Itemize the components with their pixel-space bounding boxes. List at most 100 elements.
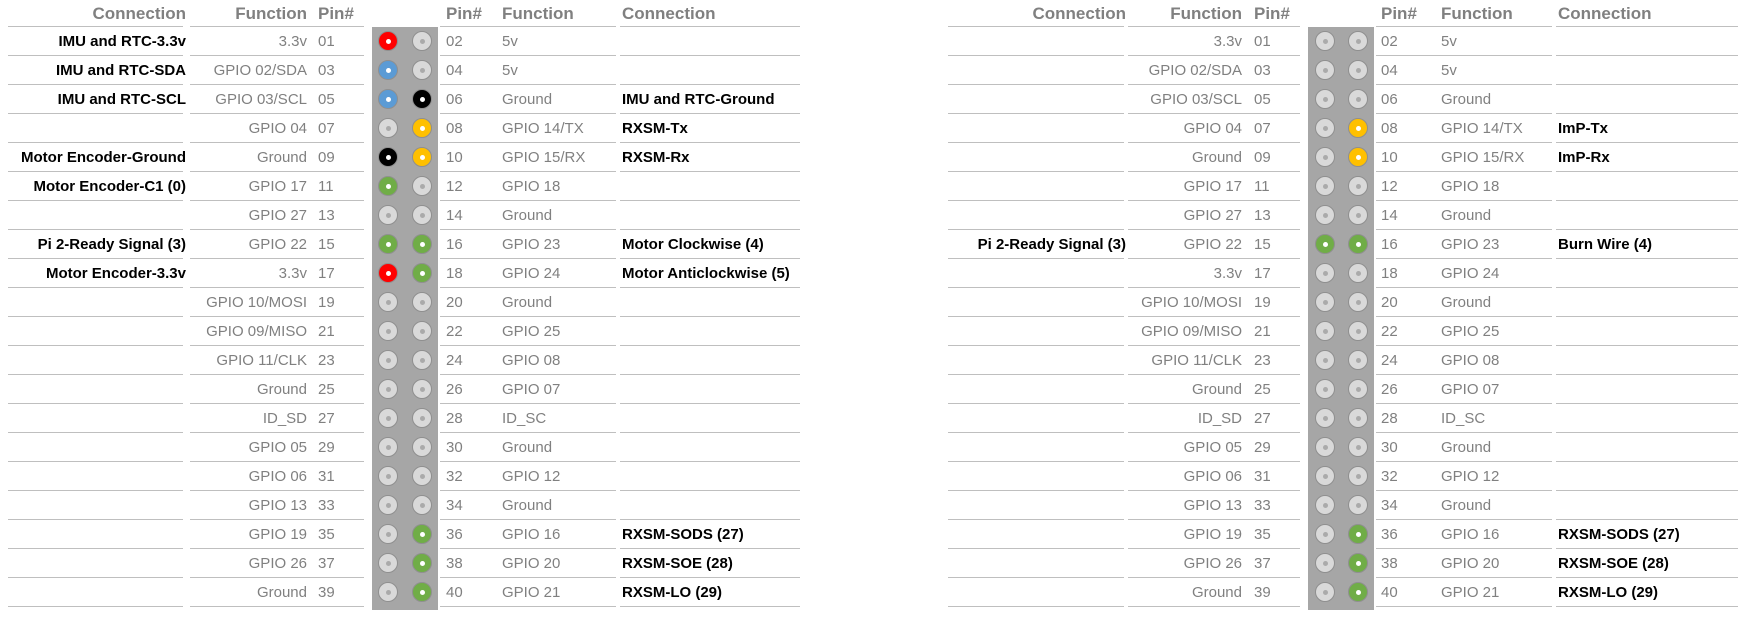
left-function-label: 3.3v <box>278 265 307 282</box>
right-function-label: GPIO 14/TX <box>1441 120 1523 137</box>
left-pin-dot <box>378 147 398 167</box>
right-pin-number: 14 <box>446 207 463 224</box>
right-pin-dot <box>412 553 432 573</box>
pin-center-dot <box>1323 126 1328 131</box>
pin-center-dot <box>386 358 391 363</box>
pin-center-dot <box>386 474 391 479</box>
left-pin-number: 33 <box>1254 497 1271 514</box>
right-function-label: GPIO 20 <box>502 555 561 572</box>
left-pin-number: 11 <box>1254 178 1270 195</box>
left-function-label: GPIO 27 <box>1183 207 1242 224</box>
right-function-label: ID_SC <box>502 410 547 427</box>
right-pin-number: 20 <box>1381 294 1398 311</box>
pin-center-dot <box>1323 445 1328 450</box>
right-function-label: Ground <box>502 439 553 456</box>
left-function-label: GPIO 19 <box>248 526 307 543</box>
right-pin-dot <box>1348 321 1368 341</box>
left-pin-number: 33 <box>318 497 335 514</box>
left-connection-label <box>948 578 1126 607</box>
right-pin-number: 38 <box>1381 555 1398 572</box>
left-pin-dot <box>1315 466 1335 486</box>
right-pin-number: 04 <box>1381 62 1398 79</box>
pin-center-dot <box>420 271 425 276</box>
right-pin-number: 28 <box>1381 410 1398 427</box>
right-connection-label: RXSM-Rx <box>622 149 690 166</box>
left-pin-dot <box>1315 292 1335 312</box>
left-pin-dot <box>1315 350 1335 370</box>
right-pin-number: 32 <box>446 468 463 485</box>
left-function-label: GPIO 11/CLK <box>1151 352 1242 369</box>
left-pin-dot <box>378 31 398 51</box>
left-pin-dot <box>1315 176 1335 196</box>
pin-center-dot <box>386 387 391 392</box>
pin-center-dot <box>1323 387 1328 392</box>
right-pin-number: 36 <box>446 526 463 543</box>
left-pin-number: 15 <box>318 236 335 253</box>
left-pin-dot <box>1315 60 1335 80</box>
right-pin-dot <box>412 147 432 167</box>
left-pin-number: 31 <box>1254 468 1271 485</box>
right-pin-dot <box>1348 234 1368 254</box>
left-connection-label: Motor Encoder-3.3v <box>45 265 186 282</box>
right-pin-dot <box>1348 147 1368 167</box>
left-pin-number: 39 <box>1254 584 1271 601</box>
left-connection-label <box>948 404 1126 433</box>
left-pin-number: 19 <box>1254 294 1271 311</box>
pin-center-dot <box>420 39 425 44</box>
pin-center-dot <box>1356 329 1361 334</box>
left-pin-number: 21 <box>318 323 335 340</box>
right-pin-dot <box>1348 379 1368 399</box>
left-function-label: GPIO 26 <box>248 555 307 572</box>
right-pin-number: 10 <box>446 149 463 166</box>
left-pin-dot <box>1315 205 1335 225</box>
left-function-label: 3.3v <box>1213 33 1242 50</box>
right-function-label: GPIO 07 <box>502 381 561 398</box>
left-function-label: GPIO 26 <box>1183 555 1242 572</box>
right-connection-label: RXSM-SODS (27) <box>622 526 744 543</box>
pin-center-dot <box>420 300 425 305</box>
left-pin-dot <box>378 408 398 428</box>
right-pin-dot <box>1348 466 1368 486</box>
left-pin-dot <box>1315 437 1335 457</box>
left-pin-number: 05 <box>1254 91 1271 108</box>
left-connection-label <box>948 520 1126 549</box>
right-pin-dot <box>1348 495 1368 515</box>
pin-center-dot <box>386 445 391 450</box>
left-pin-number: 27 <box>1254 410 1271 427</box>
right-pin-number: 38 <box>446 555 463 572</box>
right-connection-label: RXSM-LO (29) <box>622 584 723 601</box>
pin-row: IMU and RTC-SCL GPIO 03/SCL 05 06 Ground IMU … <box>0 85 810 114</box>
right-function-label: 5v <box>502 33 518 50</box>
pin-center-dot <box>1356 474 1361 479</box>
pin-center-dot <box>1356 271 1361 276</box>
row-divider <box>190 606 364 607</box>
right-connection-label: RXSM-SOE (28) <box>622 555 733 572</box>
pin-center-dot <box>1323 561 1328 566</box>
right-pin-dot <box>1348 89 1368 109</box>
left-pin-dot <box>378 118 398 138</box>
header-connection-right: Connection <box>622 4 716 23</box>
left-function-label: GPIO 22 <box>248 236 307 253</box>
pin-center-dot <box>420 503 425 508</box>
right-function-label: GPIO 23 <box>502 236 561 253</box>
pin-center-dot <box>420 155 425 160</box>
pin-center-dot <box>386 532 391 537</box>
pin-row: ID_SD 27 28 ID_SC <box>0 404 810 433</box>
right-function-label: Ground <box>502 91 553 108</box>
right-connection-label: RXSM-SODS (27) <box>1558 526 1680 543</box>
header-pin-left: Pin# <box>1254 4 1290 23</box>
right-pin-dot <box>1348 31 1368 51</box>
left-function-label: GPIO 10/MOSI <box>206 294 307 311</box>
right-function-label: GPIO 14/TX <box>502 120 584 137</box>
left-connection-label <box>0 433 186 462</box>
pin-center-dot <box>420 184 425 189</box>
right-pin-number: 28 <box>446 410 463 427</box>
pin-center-dot <box>1356 387 1361 392</box>
row-divider <box>1556 606 1738 607</box>
pin-center-dot <box>1356 358 1361 363</box>
pin-center-dot <box>1323 213 1328 218</box>
pin-center-dot <box>420 126 425 131</box>
right-pin-number: 18 <box>1381 265 1398 282</box>
pin-row: IMU and RTC-3.3v 3.3v 01 02 5v <box>0 27 810 56</box>
left-pin-number: 35 <box>1254 526 1271 543</box>
